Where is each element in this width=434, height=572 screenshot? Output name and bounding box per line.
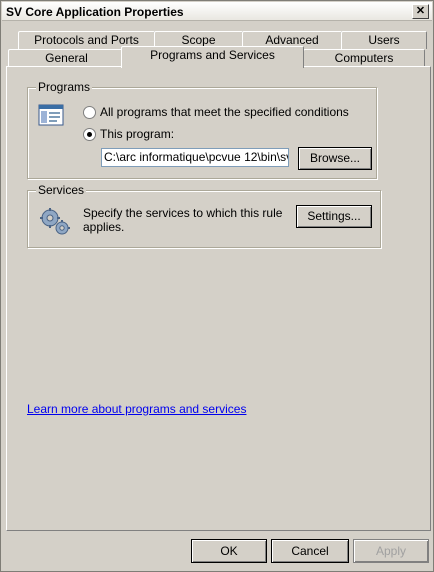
all-programs-radio[interactable] [83,106,96,119]
services-description-line1: Specify the services to which this rule [83,206,283,220]
apply-button: Apply [353,539,429,563]
services-group: Services Specify the services to which t… [27,183,381,248]
dialog-window: SV Core Application Properties ✕ Protoco… [0,0,434,572]
program-path-input[interactable]: C:\arc informatique\pcvue 12\bin\sv3 [101,148,289,167]
close-icon[interactable]: ✕ [412,4,429,19]
gears-icon [38,205,72,240]
window-title: SV Core Application Properties [6,5,184,19]
this-program-radio[interactable] [83,128,96,141]
settings-button[interactable]: Settings... [296,205,372,228]
application-window-icon [38,104,64,129]
tab-programs-and-services[interactable]: Programs and Services [121,46,304,68]
learn-more-link[interactable]: Learn more about programs and services [27,402,246,416]
tab-general[interactable]: General [8,49,125,67]
all-programs-label: All programs that meet the specified con… [100,105,349,119]
programs-group: Programs All programs that meet the spec… [27,80,377,179]
services-group-label: Services [36,183,87,197]
programs-group-label: Programs [36,80,93,94]
tab-computers[interactable]: Computers [303,49,425,67]
title-bar[interactable]: SV Core Application Properties ✕ [2,2,432,21]
tab-panel: Programs All programs that meet the spec… [6,66,431,531]
cancel-button[interactable]: Cancel [271,539,349,563]
this-program-label: This program: [100,127,175,141]
browse-button[interactable]: Browse... [298,147,372,170]
tab-users[interactable]: Users [341,31,427,49]
services-description-line2: applies. [83,220,125,234]
ok-button[interactable]: OK [191,539,267,563]
